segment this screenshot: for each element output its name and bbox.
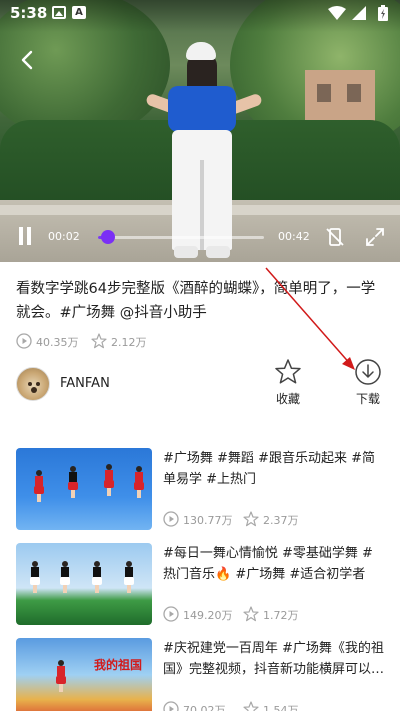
fullscreen-icon[interactable] xyxy=(364,226,386,248)
download-label: 下载 xyxy=(355,392,380,406)
download-button[interactable]: 下载 xyxy=(348,358,388,410)
play-count-text: 130.77万 xyxy=(183,514,233,527)
play-circle-icon xyxy=(163,606,179,622)
like-count-text: 1.54万 xyxy=(263,704,299,711)
recommendation-thumbnail[interactable] xyxy=(16,448,152,530)
play-count-text: 40.35万 xyxy=(36,336,79,349)
total-time: 00:42 xyxy=(278,230,310,243)
recommendation-stats: 130.77万 2.37万 xyxy=(163,510,385,527)
recommendation-title[interactable]: #广场舞 #舞蹈 #跟音乐动起来 #简单易学 #上热门 xyxy=(163,448,385,490)
app-notification-icon: A xyxy=(72,6,86,19)
pause-icon[interactable] xyxy=(18,227,32,245)
star-icon xyxy=(275,359,301,384)
progress-knob[interactable] xyxy=(101,230,116,244)
recommendation-thumbnail[interactable] xyxy=(16,543,152,625)
recommendation-stats: 149.20万 1.72万 xyxy=(163,605,385,622)
video-description: 看数字学跳64步完整版《酒醉的蝴蝶》，简单明了，一学就会。#广场舞 @抖音小助手 xyxy=(16,281,376,321)
recommendation-title[interactable]: #每日一舞心情愉悦 #零基础学舞 #热门音乐🔥 #广场舞 #适合初学者 xyxy=(163,543,385,585)
star-icon xyxy=(243,701,259,711)
recommendation-title[interactable]: #庆祝建党一百周年 #广场舞《我的祖国》完整视频，抖音新功能横屏可以… xyxy=(163,638,385,680)
gallery-notification-icon xyxy=(52,6,66,19)
battery-icon xyxy=(378,5,388,21)
play-count-text: 149.20万 xyxy=(183,609,233,622)
star-icon xyxy=(243,606,259,622)
rotate-off-icon[interactable] xyxy=(324,226,346,248)
player-controls: 00:02 00:42 xyxy=(0,222,400,254)
recommendation-item[interactable]: 我的祖国 #庆祝建党一百周年 #广场舞《我的祖国》完整视频，抖音新功能横屏可以…… xyxy=(16,638,388,711)
star-icon xyxy=(91,333,107,349)
status-bar: 5:38 A xyxy=(0,0,400,28)
favorite-label: 收藏 xyxy=(275,392,300,406)
status-time: 5:38 xyxy=(10,4,48,22)
signal-icon xyxy=(352,6,366,20)
play-circle-icon xyxy=(16,333,32,349)
recommendation-thumbnail[interactable]: 我的祖国 xyxy=(16,638,152,711)
favorite-button[interactable]: 收藏 xyxy=(268,358,308,410)
wifi-icon xyxy=(328,6,346,20)
recommendation-item[interactable]: #广场舞 #舞蹈 #跟音乐动起来 #简单易学 #上热门 130.77万 2.37… xyxy=(16,448,388,530)
play-circle-icon xyxy=(163,511,179,527)
recommendation-item[interactable]: #每日一舞心情愉悦 #零基础学舞 #热门音乐🔥 #广场舞 #适合初学者 149.… xyxy=(16,543,388,625)
download-circle-icon xyxy=(355,359,381,385)
video-stats: 40.35万 2.12万 xyxy=(16,332,216,350)
like-count-text: 1.72万 xyxy=(263,609,299,622)
back-arrow-icon[interactable] xyxy=(16,48,40,72)
progress-bar[interactable] xyxy=(98,236,264,239)
play-circle-icon xyxy=(163,701,179,711)
author-name[interactable]: FANFAN xyxy=(60,376,110,391)
like-count-text: 2.12万 xyxy=(111,336,147,349)
recommendation-stats: 70.02万 1.54万 xyxy=(163,700,385,711)
play-count-text: 70.02万 xyxy=(183,704,226,711)
current-time: 00:02 xyxy=(48,230,80,243)
author-avatar[interactable] xyxy=(16,367,50,401)
video-player[interactable]: 5:38 A 00:02 00:42 xyxy=(0,0,400,262)
star-icon xyxy=(243,511,259,527)
thumbnail-banner-text: 我的祖国 xyxy=(94,658,143,672)
like-count-text: 2.37万 xyxy=(263,514,299,527)
